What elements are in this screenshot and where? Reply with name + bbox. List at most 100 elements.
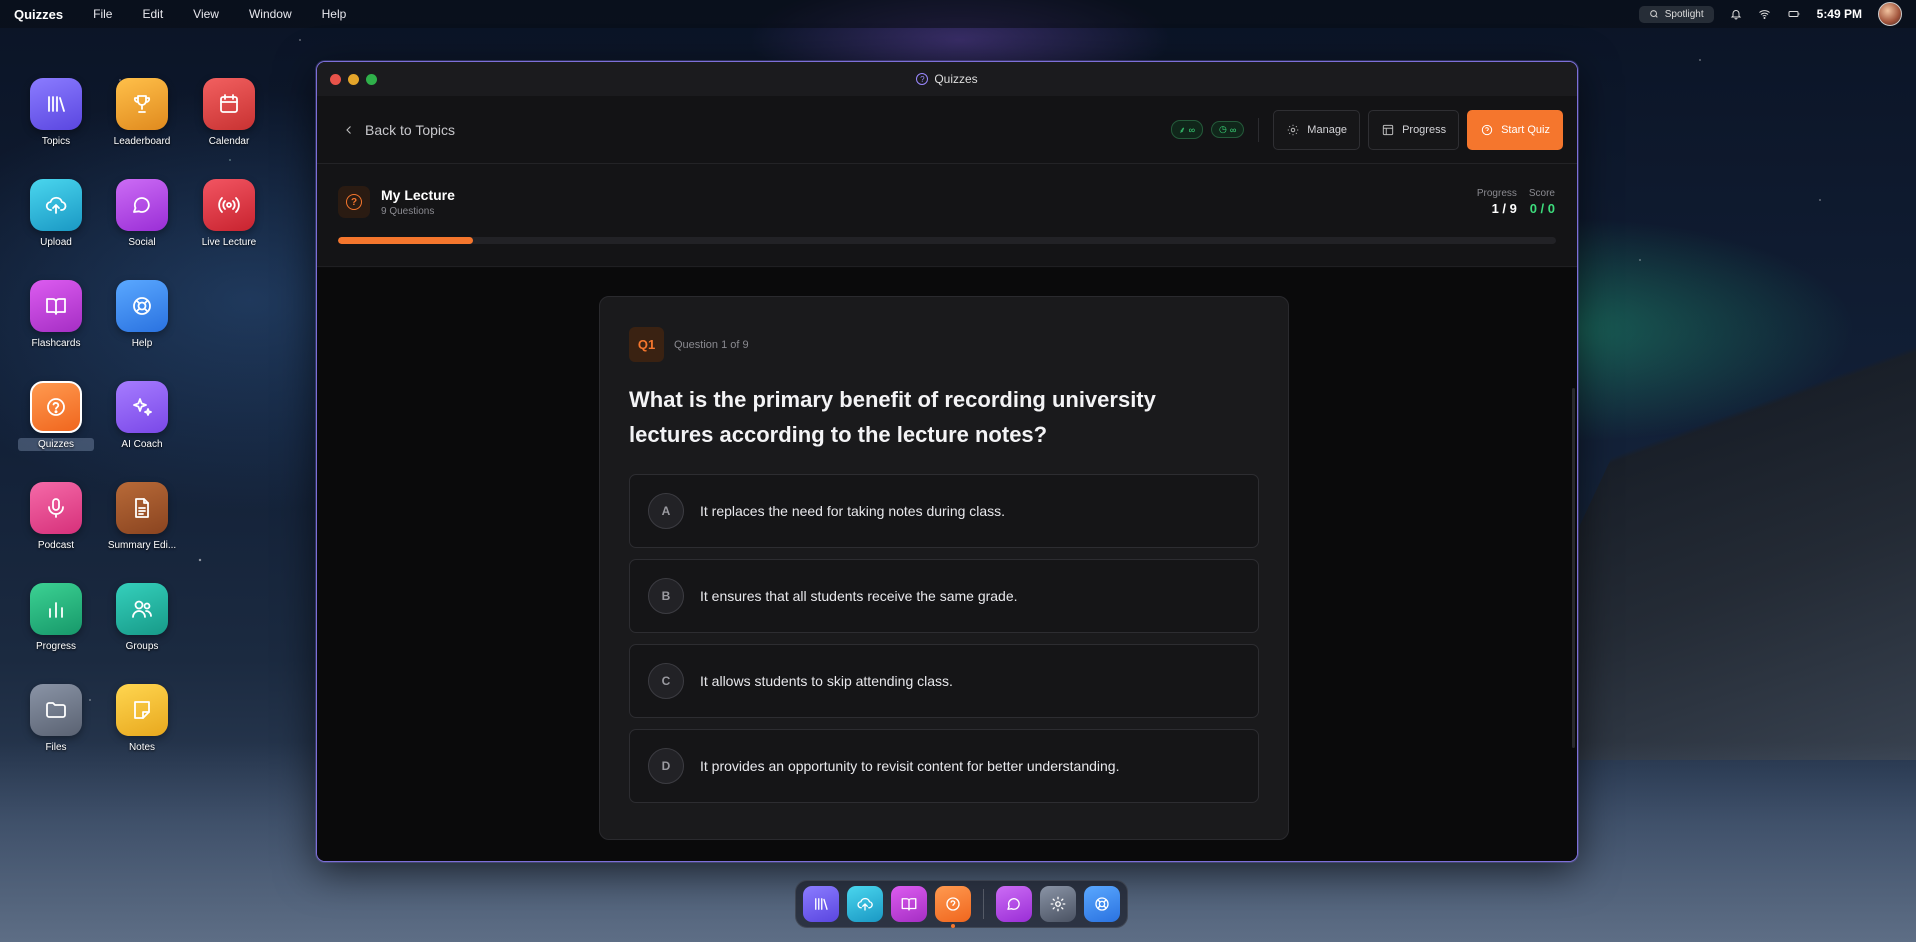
desktop-icon-social[interactable]: Social	[98, 179, 186, 249]
dock-social[interactable]	[996, 886, 1032, 922]
clock-icon: ◷	[1219, 124, 1227, 134]
bell-icon[interactable]	[1730, 8, 1742, 20]
menu-bar: Quizzes File Edit View Window Help Spotl…	[0, 0, 1916, 28]
score-stat: Score 0 / 0	[1529, 188, 1555, 216]
option-letter: C	[648, 663, 684, 699]
desktop-icon-label: Quizzes	[17, 438, 95, 451]
dock-settings[interactable]	[1040, 886, 1076, 922]
minimize-button[interactable]	[348, 74, 359, 85]
desktop-icon-live-lecture[interactable]: Live Lecture	[185, 179, 273, 249]
progress-button[interactable]: Progress	[1368, 109, 1460, 150]
answer-option-b[interactable]: B It ensures that all students receive t…	[629, 559, 1259, 633]
quizzes-window: ? Quizzes Back to Topics ⸙ ∞ ◷ ∞ Manage	[316, 61, 1578, 862]
dock-quizzes[interactable]	[935, 886, 971, 928]
leaf-icon: ⸙	[1178, 125, 1186, 135]
menu-edit[interactable]: Edit	[142, 7, 163, 21]
maximize-button[interactable]	[366, 74, 377, 85]
gear-icon	[1050, 896, 1066, 912]
dock-topics[interactable]	[803, 886, 839, 922]
desktop-icon-help[interactable]: Help	[98, 280, 186, 350]
question-icon: ?	[916, 73, 929, 85]
desktop-icon-label: Files	[45, 742, 67, 753]
desktop-icon-notes[interactable]: Notes	[98, 684, 186, 754]
sparkles-icon	[116, 381, 168, 433]
desktop-icon-label: Notes	[128, 742, 156, 753]
answer-options: A It replaces the need for taking notes …	[629, 474, 1259, 803]
desktop-icon-topics[interactable]: Topics	[12, 78, 100, 148]
start-quiz-button[interactable]: Start Quiz	[1467, 109, 1563, 150]
desktop-icon-quizzes[interactable]: Quizzes	[12, 381, 100, 451]
question-number-badge: Q1	[629, 327, 664, 362]
progress-stat-label: Progress	[1476, 188, 1517, 199]
streak-pill[interactable]: ⸙ ∞	[1170, 120, 1204, 139]
desktop-icon-label: Help	[131, 338, 153, 349]
dock-upload[interactable]	[847, 886, 883, 922]
wifi-icon[interactable]	[1758, 8, 1771, 20]
progress-stat-value: 1 / 9	[1491, 201, 1517, 216]
desktop-icon-label: Progress	[35, 641, 76, 652]
desktop-icon-leaderboard[interactable]: Leaderboard	[98, 78, 186, 148]
desktop-icon-files[interactable]: Files	[12, 684, 100, 754]
menu-help[interactable]: Help	[322, 7, 347, 21]
answer-option-c[interactable]: C It allows students to skip attending c…	[629, 644, 1259, 718]
broadcast-icon	[203, 179, 255, 231]
trophy-icon	[116, 78, 168, 130]
battery-icon[interactable]	[1787, 8, 1801, 20]
calendar-icon	[203, 78, 255, 130]
desktop-icon-upload[interactable]: Upload	[12, 179, 100, 249]
layout-icon	[1382, 124, 1394, 135]
dock-help[interactable]	[1084, 886, 1120, 922]
question-icon	[946, 897, 960, 911]
option-text: It provides an opportunity to revisit co…	[700, 758, 1120, 774]
progress-bar-fill	[338, 237, 474, 244]
divider	[1258, 117, 1260, 142]
quiz-title: My Lecture	[381, 187, 455, 203]
desktop-icon-flashcards[interactable]: Flashcards	[12, 280, 100, 350]
desktop-icon-calendar[interactable]: Calendar	[185, 78, 273, 148]
manage-button[interactable]: Manage	[1273, 109, 1361, 150]
dock	[795, 880, 1128, 928]
question-card: Q1 Question 1 of 9 What is the primary b…	[599, 296, 1289, 840]
dock-flashcards[interactable]	[891, 886, 927, 922]
window-title: Quizzes	[934, 72, 978, 86]
lifebuoy-icon	[116, 280, 168, 332]
lifebuoy-icon	[1095, 897, 1109, 911]
timer-pill[interactable]: ◷ ∞	[1211, 121, 1245, 138]
close-button[interactable]	[330, 74, 341, 85]
score-stat-value: 0 / 0	[1529, 201, 1555, 216]
library-icon	[815, 898, 828, 910]
desktop-icon-ai-coach[interactable]: AI Coach	[98, 381, 186, 451]
desktop-icon-label: Groups	[125, 641, 159, 652]
spotlight-button[interactable]: Spotlight	[1638, 5, 1714, 23]
chat-icon	[116, 179, 168, 231]
spotlight-label: Spotlight	[1664, 8, 1704, 20]
app-name[interactable]: Quizzes	[14, 7, 63, 22]
microphone-icon	[30, 482, 82, 534]
bar-chart-icon	[30, 583, 82, 635]
title-bar[interactable]: ? Quizzes	[317, 62, 1577, 96]
scrollbar[interactable]	[1572, 388, 1575, 748]
search-icon	[1649, 10, 1658, 18]
desktop-icon-groups[interactable]: Groups	[98, 583, 186, 653]
toolbar: Back to Topics ⸙ ∞ ◷ ∞ Manage Progress S…	[317, 96, 1577, 164]
quiz-header: ? My Lecture 9 Questions Progress 1 / 9 …	[317, 164, 1577, 267]
document-icon	[116, 482, 168, 534]
desktop-icon-label: Leaderboard	[113, 136, 171, 147]
option-letter: B	[648, 578, 684, 614]
answer-option-d[interactable]: D It provides an opportunity to revisit …	[629, 729, 1259, 803]
desktop-icon-podcast[interactable]: Podcast	[12, 482, 100, 552]
desktop-icon-label: Live Lecture	[201, 237, 257, 248]
avatar[interactable]	[1878, 2, 1902, 26]
question-icon	[1481, 124, 1493, 135]
book-icon	[30, 280, 82, 332]
note-icon	[116, 684, 168, 736]
menu-window[interactable]: Window	[249, 7, 292, 21]
desktop-icon-progress[interactable]: Progress	[12, 583, 100, 653]
timer-value: ∞	[1229, 124, 1237, 135]
menu-view[interactable]: View	[193, 7, 219, 21]
desktop-icon-summary-editor[interactable]: Summary Edi...	[98, 482, 186, 552]
menu-file[interactable]: File	[93, 7, 112, 21]
back-to-topics-button[interactable]: Back to Topics	[343, 122, 455, 138]
streak-value: ∞	[1188, 124, 1196, 135]
answer-option-a[interactable]: A It replaces the need for taking notes …	[629, 474, 1259, 548]
